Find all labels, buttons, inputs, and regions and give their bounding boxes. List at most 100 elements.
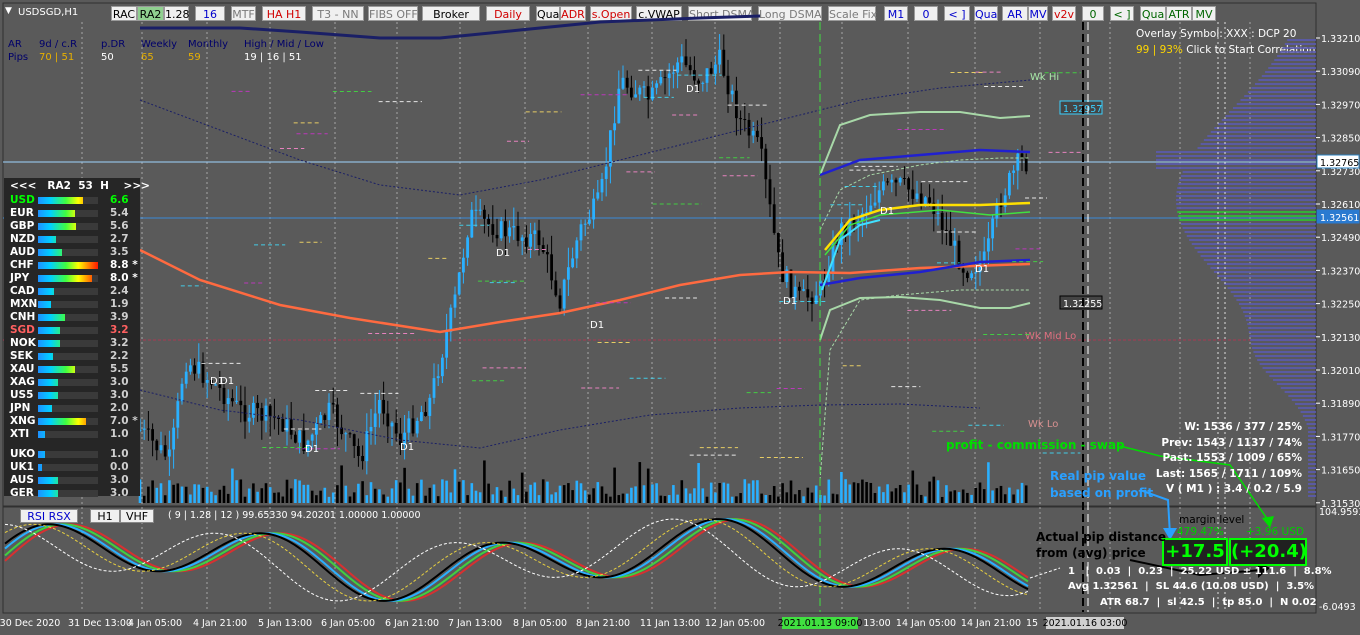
rsi-params: ( 9 | 1.28 | 12 ) 99.65330 94.20201 1.00…: [168, 510, 421, 521]
volume-bar: [676, 494, 679, 503]
candle-body: [562, 279, 566, 309]
trading-chart-window[interactable]: USDSGD,H1 ▼ RAC RA2 1.28 16 MTF HA H1 T3 - NN F…: [0, 0, 1360, 635]
candle-body: [491, 224, 495, 235]
candle-body: [474, 209, 478, 211]
volume-bar: [680, 480, 684, 503]
time-axis-label: 13:00: [863, 618, 890, 629]
price-axis-label: 1.32970: [1321, 100, 1360, 111]
vwap-mid: [824, 201, 1031, 251]
volume-bar: [483, 460, 486, 503]
volume-bar: [898, 484, 902, 503]
strength-bar: [38, 366, 98, 373]
strength-value: 3.2: [110, 324, 129, 336]
volume-bar: [159, 483, 163, 503]
strength-value: 2.4: [110, 285, 129, 297]
volume-bar: [151, 480, 154, 503]
candle-body: [184, 371, 188, 384]
volume-bar: [579, 483, 583, 503]
strength-bar: [38, 197, 98, 204]
strength-header[interactable]: <<< RA2 53 H >>>: [10, 180, 150, 192]
candle-body: [537, 230, 541, 246]
candle-body: [382, 399, 385, 414]
volume-bar: [319, 490, 322, 503]
candle-body: [684, 56, 688, 66]
candle-body: [600, 178, 604, 193]
candle-body: [159, 445, 163, 451]
candle-body: [168, 449, 171, 457]
strength-value: 5.4: [110, 207, 129, 219]
candle-body: [940, 212, 944, 230]
volume-bar: [357, 483, 360, 503]
strength-symbol: AUS: [10, 474, 34, 486]
volume-bar: [747, 483, 751, 503]
candle-body: [453, 294, 457, 308]
candle-body: [756, 130, 759, 138]
candle-body: [936, 212, 940, 214]
candle-body: [621, 77, 625, 89]
volume-bar: [735, 496, 738, 503]
volume-bar: [457, 481, 461, 503]
candle-body: [415, 420, 419, 434]
candle-body: [436, 376, 440, 379]
price-axis-label: 1.32370: [1321, 266, 1360, 277]
volume-bar: [411, 495, 415, 503]
strength-value: 1.9: [110, 298, 129, 310]
volume-bar: [890, 491, 894, 503]
volume-bar: [882, 492, 885, 503]
strength-symbol: UKO: [10, 448, 36, 460]
volume-bar: [571, 490, 574, 503]
strength-bar: [38, 301, 98, 308]
volume-bar: [877, 486, 881, 503]
strength-row-aud: AUD 3.5: [4, 246, 140, 259]
volume-bar: [197, 484, 201, 503]
strength-bar-fill: [38, 366, 76, 373]
candle-body: [193, 365, 196, 374]
candle-body: [294, 434, 297, 443]
volume-bar: [865, 481, 868, 503]
strength-bar-fill: [38, 490, 59, 497]
candle-body: [638, 87, 642, 95]
volume-bar: [285, 479, 289, 503]
strength-symbol: JPN: [10, 402, 31, 414]
candle-body: [336, 404, 339, 428]
osc-red: [4, 518, 1029, 602]
timeframe-button[interactable]: H1: [90, 509, 120, 523]
strength-symbol: NOK: [10, 337, 36, 349]
volume-bar: [907, 484, 910, 503]
time-axis-label: 6 Jan 05:00: [321, 618, 375, 629]
volume-bar: [512, 488, 516, 503]
candle-body: [285, 419, 289, 432]
annotation-real-pip-1: Real pip value: [1050, 469, 1146, 483]
candle-body: [357, 446, 360, 457]
volume-bar: [953, 490, 957, 503]
wk-mid-lo-label: Wk Mid Lo: [1025, 331, 1076, 342]
volume-bar: [445, 480, 448, 503]
volume-bar: [218, 489, 222, 503]
rsi-rsx-button[interactable]: RSI RSX: [20, 509, 78, 523]
strength-row-ger: GER 3.0: [4, 487, 140, 500]
vhf-button[interactable]: VHF: [120, 509, 154, 523]
strength-bar: [38, 262, 98, 269]
strength-value: 1.0: [110, 428, 129, 440]
candle-body: [625, 77, 629, 88]
strength-symbol: EUR: [10, 207, 34, 219]
strength-symbol: MXN: [10, 298, 38, 310]
volume-bar: [831, 493, 835, 503]
volume-bar: [441, 479, 444, 503]
volume-bar: [987, 462, 990, 503]
strength-symbol: XTI: [10, 428, 30, 440]
volume-bar: [785, 492, 789, 503]
strength-bar: [38, 418, 98, 425]
strength-row-sgd: SGD 3.2: [4, 324, 140, 337]
strength-symbol: XAG: [10, 376, 35, 388]
osc-white: [4, 518, 1029, 602]
candle-body: [751, 130, 755, 136]
candle-body: [609, 130, 612, 167]
strength-bar-fill: [38, 464, 42, 471]
candle-body: [617, 88, 621, 124]
volume-bar: [613, 467, 616, 503]
candle-body: [197, 361, 201, 374]
volume-bar: [491, 494, 495, 503]
candle-body: [743, 119, 747, 121]
strength-symbol: AUD: [10, 246, 36, 258]
